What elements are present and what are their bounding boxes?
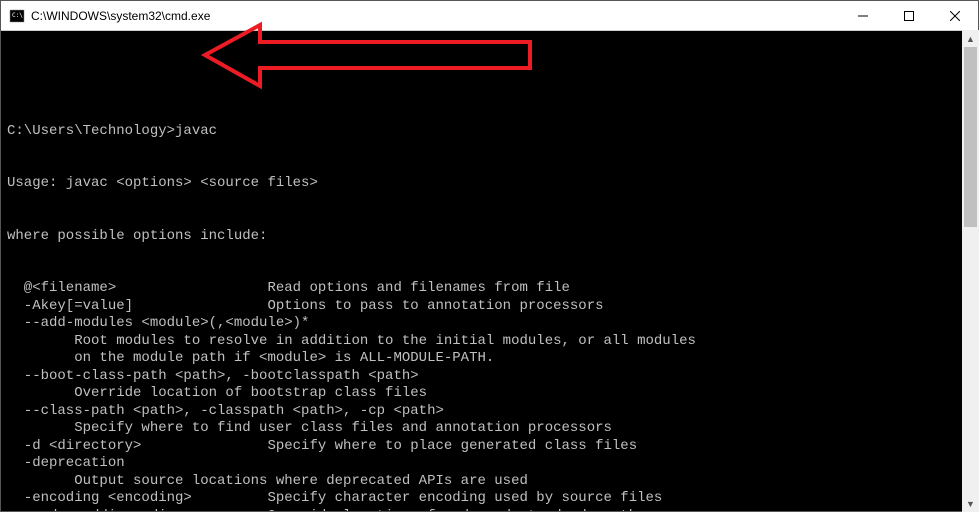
scroll-thumb[interactable] <box>964 47 977 227</box>
vertical-scrollbar[interactable]: ▲ ▼ <box>962 30 979 512</box>
output-line: -endorseddirs <dirs> Override location o… <box>7 508 972 512</box>
output-line: --boot-class-path <path>, -bootclasspath… <box>7 368 972 386</box>
output-line: --class-path <path>, -classpath <path>, … <box>7 403 972 421</box>
output-line: -d <directory> Specify where to place ge… <box>7 438 972 456</box>
cmd-window: C:\ C:\WINDOWS\system32\cmd.exe C:\Users… <box>0 0 979 512</box>
output-line: on the module path if <module> is ALL-MO… <box>7 350 972 368</box>
prompt-line: C:\Users\Technology>javac <box>7 123 972 141</box>
where-line: where possible options include: <box>7 228 972 246</box>
close-button[interactable] <box>932 1 978 30</box>
window-controls <box>840 1 978 30</box>
terminal-output[interactable]: C:\Users\Technology>javac Usage: javac <… <box>1 31 978 511</box>
svg-text:C:\: C:\ <box>12 12 23 19</box>
cmd-icon: C:\ <box>9 8 25 24</box>
titlebar[interactable]: C:\ C:\WINDOWS\system32\cmd.exe <box>1 1 978 31</box>
output-line: @<filename> Read options and filenames f… <box>7 280 972 298</box>
scroll-up-arrow[interactable]: ▲ <box>962 30 979 47</box>
prompt-path: C:\Users\Technology> <box>7 123 175 139</box>
prompt-command: javac <box>175 123 217 139</box>
scroll-track[interactable] <box>962 47 979 495</box>
output-line: Root modules to resolve in addition to t… <box>7 333 972 351</box>
minimize-button[interactable] <box>840 1 886 30</box>
output-line: Specify where to find user class files a… <box>7 420 972 438</box>
maximize-button[interactable] <box>886 1 932 30</box>
blank-line <box>7 70 972 88</box>
output-line: -deprecation <box>7 455 972 473</box>
usage-line: Usage: javac <options> <source files> <box>7 175 972 193</box>
window-title: C:\WINDOWS\system32\cmd.exe <box>31 9 840 23</box>
output-line: --add-modules <module>(,<module>)* <box>7 315 972 333</box>
output-line: -encoding <encoding> Specify character e… <box>7 490 972 508</box>
output-line: -Akey[=value] Options to pass to annotat… <box>7 298 972 316</box>
output-line: Override location of bootstrap class fil… <box>7 385 972 403</box>
scroll-down-arrow[interactable]: ▼ <box>962 495 979 512</box>
output-line: Output source locations where deprecated… <box>7 473 972 491</box>
